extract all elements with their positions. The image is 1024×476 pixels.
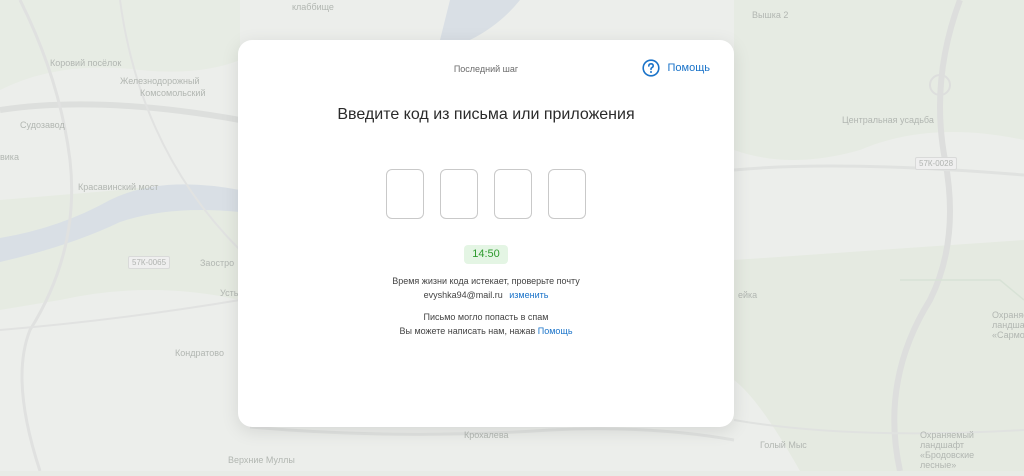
help-button[interactable]: Помощь (641, 59, 711, 77)
code-digit-3[interactable] (494, 169, 532, 219)
question-circle-icon (641, 59, 660, 77)
expire-notice: Время жизни кода истекает, проверьте поч… (392, 276, 580, 286)
email-address: evyshka94@mail.ru (423, 290, 503, 300)
change-email-link[interactable]: изменить (509, 290, 548, 300)
email-line: evyshka94@mail.ru изменить (238, 290, 734, 300)
code-digit-4[interactable] (548, 169, 586, 219)
page-title: Введите код из письма или приложения (337, 106, 635, 123)
code-digit-1[interactable] (386, 169, 424, 219)
help-label: Помощь (667, 62, 711, 74)
code-digit-2[interactable] (440, 169, 478, 219)
code-input-group (238, 169, 734, 219)
verification-dialog: Последний шаг Помощь Введите код из пись… (238, 40, 734, 427)
countdown-timer: 14:50 (464, 245, 508, 264)
contact-help-link[interactable]: Помощь (538, 326, 573, 336)
contact-line: Вы можете написать нам, нажав Помощь (238, 326, 734, 336)
contact-text: Вы можете написать нам, нажав (399, 326, 536, 336)
spam-notice: Письмо могло попасть в спам (423, 312, 549, 322)
